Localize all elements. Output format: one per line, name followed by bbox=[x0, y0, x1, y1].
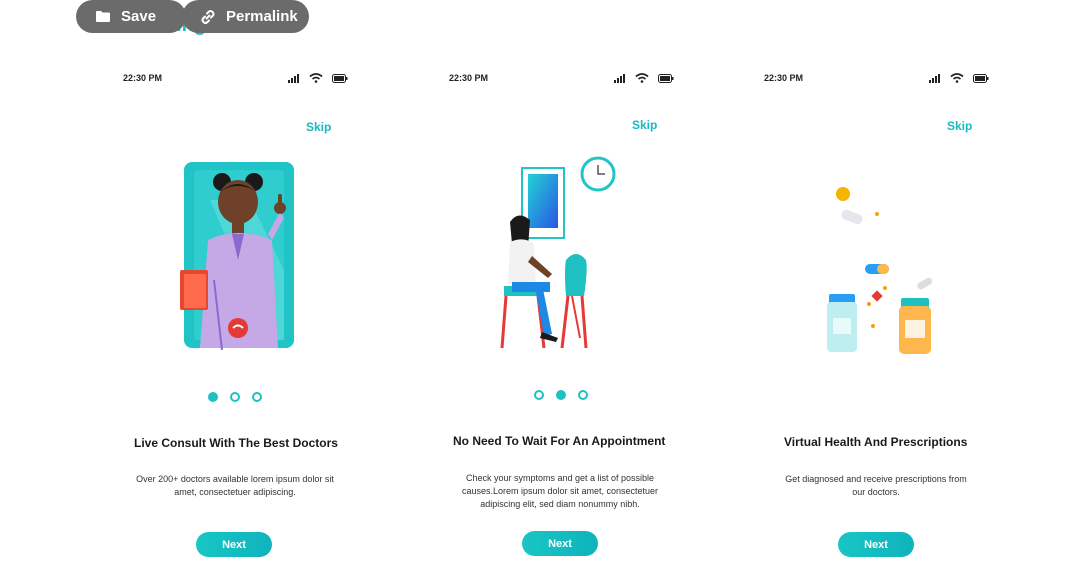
skip-link[interactable]: Skip bbox=[947, 119, 972, 133]
next-button[interactable]: Next bbox=[522, 531, 598, 556]
screen-title: Live Consult With The Best Doctors bbox=[134, 436, 338, 450]
waiting-room-illustration bbox=[500, 156, 616, 349]
status-bar: 22:30 PM bbox=[123, 73, 348, 85]
battery-icon bbox=[332, 73, 348, 83]
next-button[interactable]: Next bbox=[196, 532, 272, 557]
page-indicator bbox=[208, 392, 262, 402]
status-time: 22:30 PM bbox=[449, 73, 489, 83]
wifi-icon bbox=[950, 73, 964, 83]
save-button[interactable]: Save bbox=[76, 0, 186, 33]
skip-link[interactable]: Skip bbox=[632, 118, 657, 132]
wifi-icon bbox=[635, 73, 649, 83]
page-dot[interactable] bbox=[534, 390, 544, 400]
page-dot[interactable] bbox=[208, 392, 218, 402]
permalink-button[interactable]: Permalink bbox=[182, 0, 309, 33]
battery-icon bbox=[973, 73, 989, 83]
screen-title: Virtual Health And Prescriptions bbox=[784, 435, 968, 449]
page-indicator bbox=[849, 390, 903, 400]
screen-description: Check your symptoms and get a list of po… bbox=[461, 473, 659, 509]
skip-link[interactable]: Skip bbox=[306, 120, 331, 134]
screen-title: No Need To Wait For An Appointment bbox=[453, 434, 666, 448]
doctor-illustration bbox=[180, 162, 294, 351]
link-icon bbox=[201, 9, 215, 24]
permalink-label: Permalink bbox=[226, 8, 298, 25]
status-time: 22:30 PM bbox=[123, 73, 163, 83]
signal-icon bbox=[614, 73, 625, 83]
save-label: Save bbox=[121, 8, 157, 25]
screen-description: Get diagnosed and receive prescriptions … bbox=[785, 474, 967, 497]
page-dot[interactable] bbox=[252, 392, 262, 402]
page-dot[interactable] bbox=[556, 390, 566, 400]
onboarding-screen-3: 22:30 PM Skip Virtual Health And Prescri… bbox=[749, 60, 1049, 576]
onboarding-screen-1: 22:30 PM Skip Live Consult With The Best… bbox=[108, 60, 408, 576]
status-bar: 22:30 PM bbox=[449, 73, 674, 85]
signal-icon bbox=[288, 73, 299, 83]
page-indicator bbox=[534, 390, 588, 400]
battery-icon bbox=[658, 73, 674, 83]
status-bar: 22:30 PM bbox=[764, 73, 989, 85]
folder-icon bbox=[96, 11, 110, 22]
page-dot[interactable] bbox=[230, 392, 240, 402]
top-actions: Save Permalink bbox=[76, 0, 309, 33]
wifi-icon bbox=[309, 73, 323, 83]
screen-description: Over 200+ doctors available lorem ipsum … bbox=[136, 474, 334, 497]
prescriptions-illustration bbox=[827, 187, 933, 354]
page-dot[interactable] bbox=[578, 390, 588, 400]
next-button[interactable]: Next bbox=[838, 532, 914, 557]
onboarding-screen-2: 22:30 PM Skip No Need To Wait For An App… bbox=[434, 60, 734, 576]
signal-icon bbox=[929, 73, 940, 83]
status-time: 22:30 PM bbox=[764, 73, 804, 83]
